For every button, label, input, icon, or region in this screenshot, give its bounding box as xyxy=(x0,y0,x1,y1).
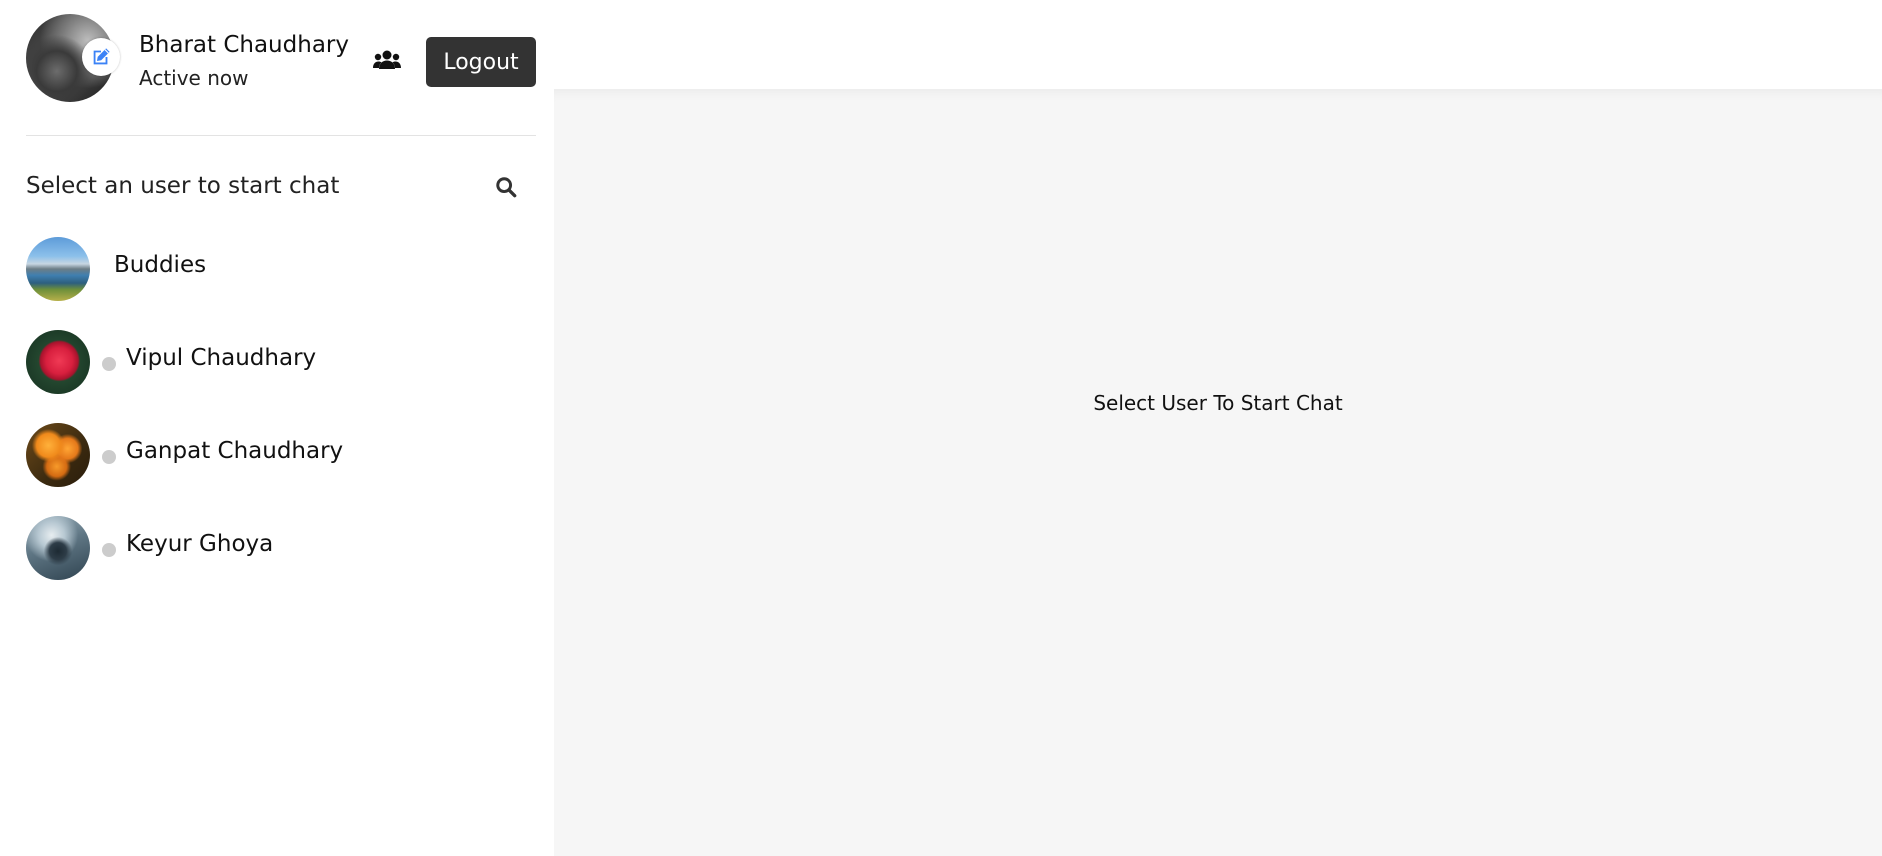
contact-item-ganpat[interactable]: Ganpat Chaudhary xyxy=(26,423,536,487)
profile-status: Active now xyxy=(139,66,249,90)
empty-chat-message: Select User To Start Chat xyxy=(1093,391,1343,415)
avatar xyxy=(26,516,90,580)
contact-item-keyur[interactable]: Keyur Ghoya xyxy=(26,516,536,580)
edit-profile-button[interactable] xyxy=(82,38,120,76)
offline-status-dot xyxy=(102,357,116,371)
profile-header: Bharat Chaudhary Active now Logout xyxy=(26,14,536,102)
logout-button[interactable]: Logout xyxy=(426,37,536,87)
users-group-icon xyxy=(373,50,401,69)
search-label: Select an user to start chat xyxy=(26,173,340,199)
contact-item-buddies[interactable]: Buddies xyxy=(26,237,536,301)
edit-icon xyxy=(93,48,110,65)
header-divider xyxy=(26,135,536,136)
chat-main-area: Select User To Start Chat xyxy=(554,89,1882,856)
offline-status-dot xyxy=(102,450,116,464)
avatar xyxy=(26,330,90,394)
contact-name: Buddies xyxy=(114,252,207,278)
profile-avatar-wrap xyxy=(26,14,120,102)
contact-name: Vipul Chaudhary xyxy=(126,345,317,371)
contact-item-vipul[interactable]: Vipul Chaudhary xyxy=(26,330,536,394)
avatar xyxy=(26,423,90,487)
contact-list: Buddies Vipul Chaudhary Ganpat Chaudhary… xyxy=(26,237,536,609)
profile-name: Bharat Chaudhary xyxy=(139,32,349,58)
contact-name: Ganpat Chaudhary xyxy=(126,438,344,464)
create-group-button[interactable] xyxy=(372,48,402,72)
offline-status-dot xyxy=(102,543,116,557)
sidebar: Bharat Chaudhary Active now Logout Selec… xyxy=(0,0,554,856)
search-icon xyxy=(496,177,517,198)
search-button[interactable] xyxy=(492,173,520,201)
search-row: Select an user to start chat xyxy=(26,170,536,206)
contact-name: Keyur Ghoya xyxy=(126,531,274,557)
group-avatar xyxy=(26,237,90,301)
